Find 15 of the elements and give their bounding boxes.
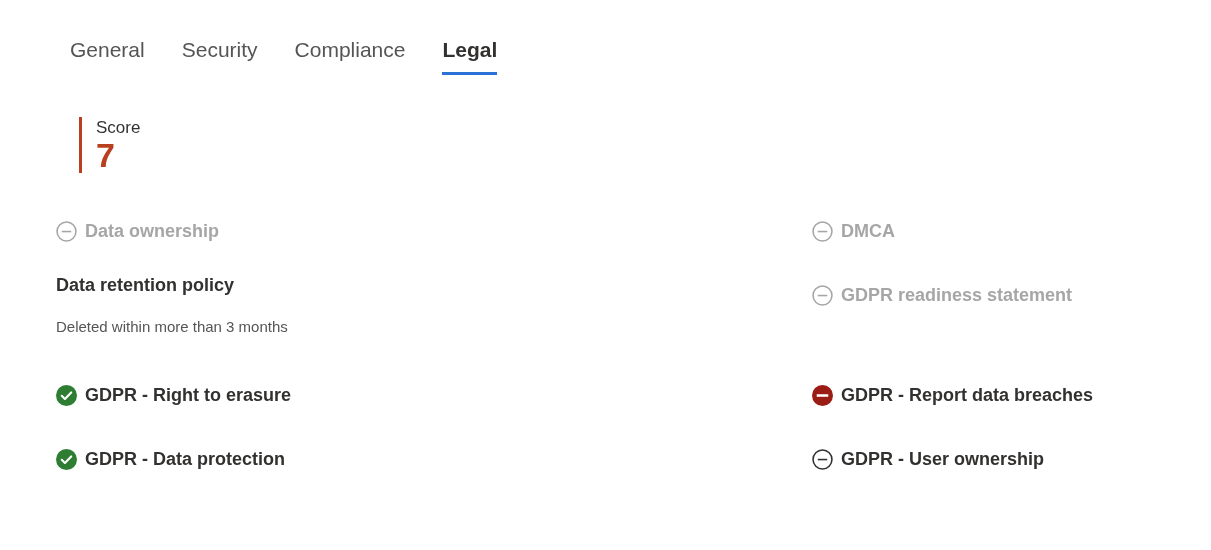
- criterion-label: GDPR - Data protection: [85, 449, 285, 470]
- score-value: 7: [96, 138, 116, 172]
- criterion-label: GDPR readiness statement: [841, 285, 1073, 306]
- tab[interactable]: Legal: [442, 30, 498, 75]
- criterion-label: GDPR - Right to erasure: [85, 385, 292, 406]
- tab[interactable]: General: [70, 30, 145, 75]
- criterion-label: GDPR - User ownership: [841, 449, 1045, 470]
- criterion-value: Deleted within more than 3 months: [56, 318, 288, 335]
- criterion-label: Data ownership: [85, 221, 220, 242]
- criterion-label: Data retention policy: [56, 275, 235, 296]
- tab[interactable]: Compliance: [294, 30, 406, 75]
- score-label: Score: [96, 118, 142, 138]
- criterion-label: GDPR - Report data breaches: [841, 385, 1094, 406]
- criterion-label: DMCA: [841, 221, 895, 242]
- tab[interactable]: Security: [181, 30, 258, 75]
